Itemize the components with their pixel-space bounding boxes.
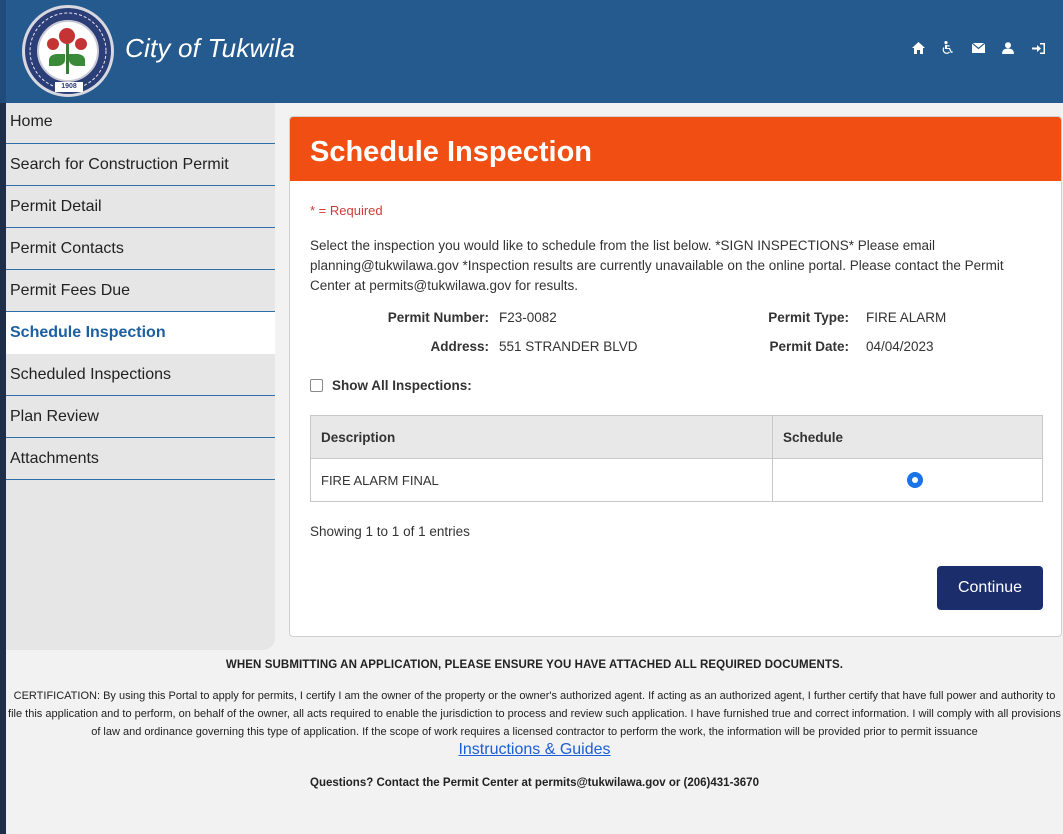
sidebar-item-plan-review[interactable]: Plan Review [6,396,275,438]
contact-info: Questions? Contact the Permit Center at … [310,777,759,789]
seal-flower [75,38,87,50]
permit-type-label: Permit Type: [768,310,849,325]
permit-date-value: 04/04/2023 [866,339,934,354]
table-entries-info: Showing 1 to 1 of 1 entries [310,524,470,539]
address-value: 551 STRANDER BLVD [499,339,638,354]
schedule-cell [772,458,1043,502]
permit-date-label: Permit Date: [769,339,849,354]
permit-number-label: Permit Number: [387,310,489,325]
column-header-schedule[interactable]: Schedule [772,415,1043,459]
permit-number-value: F23-0082 [499,310,557,325]
panel-header: Schedule Inspection [290,117,1061,181]
inspections-table: Description Schedule FIRE ALARM FINAL [310,415,1043,502]
instructions-guides-link[interactable]: Instructions & Guides [458,741,610,758]
schedule-radio-selected[interactable] [906,472,923,488]
show-all-label: Show All Inspections: [332,378,472,393]
seal-flower [59,28,75,44]
sign-out-icon[interactable] [1023,37,1053,59]
seal-year: 1908 [55,82,83,92]
seal-flower [47,38,59,50]
seal-leaf [49,54,65,66]
page-footer: WHEN SUBMITTING AN APPLICATION, PLEASE E… [6,650,1063,834]
seal-leaf [69,54,85,66]
sidebar-item-permit-fees-due[interactable]: Permit Fees Due [6,270,275,312]
column-header-description[interactable]: Description [310,415,773,459]
show-all-inspections[interactable]: Show All Inspections: [310,374,1041,393]
address-label: Address: [430,339,489,354]
table-header-row: Description Schedule [310,415,1043,459]
sidebar-item-scheduled-inspections[interactable]: Scheduled Inspections [6,354,275,396]
mail-icon[interactable] [963,37,993,59]
seal-emblem [37,20,99,82]
required-note: * = Required [310,203,383,218]
sidebar-item-schedule-inspection[interactable]: Schedule Inspection [6,312,275,354]
city-seal-logo[interactable]: 1908 [22,5,114,97]
permit-type-value: FIRE ALARM [866,310,947,325]
page-title: Schedule Inspection [310,136,592,168]
schedule-inspection-panel: Schedule Inspection * = Required Select … [289,116,1062,637]
attachments-notice: WHEN SUBMITTING AN APPLICATION, PLEASE E… [225,659,844,671]
sidebar-item-attachments[interactable]: Attachments [6,438,275,480]
panel-body: * = Required Select the inspection you w… [290,181,1061,539]
continue-button[interactable]: Continue [937,566,1043,610]
home-icon[interactable] [903,37,933,59]
inspection-description: FIRE ALARM FINAL [310,458,773,502]
certification-text: CERTIFICATION: By using this Portal to a… [8,690,1061,738]
sidebar-item-home[interactable]: Home [6,103,275,144]
sidebar-item-permit-detail[interactable]: Permit Detail [6,186,275,228]
user-icon[interactable] [993,37,1023,59]
site-title[interactable]: City of Tukwila [125,33,295,64]
site-header: 1908 City of Tukwila [0,0,1063,103]
sidebar-nav: Home Search for Construction Permit Perm… [6,103,275,650]
header-icon-bar [903,37,1053,59]
seal-stem [66,44,69,74]
table-row[interactable]: FIRE ALARM FINAL [310,458,1043,502]
permit-info: Permit Number: F23-0082 Permit Type: FIR… [310,310,1041,370]
sidebar-item-search-permit[interactable]: Search for Construction Permit [6,144,275,186]
instructions-text: Select the inspection you would like to … [310,238,1004,293]
accessibility-icon[interactable] [933,37,963,59]
sidebar-item-permit-contacts[interactable]: Permit Contacts [6,228,275,270]
show-all-checkbox[interactable] [310,379,323,392]
